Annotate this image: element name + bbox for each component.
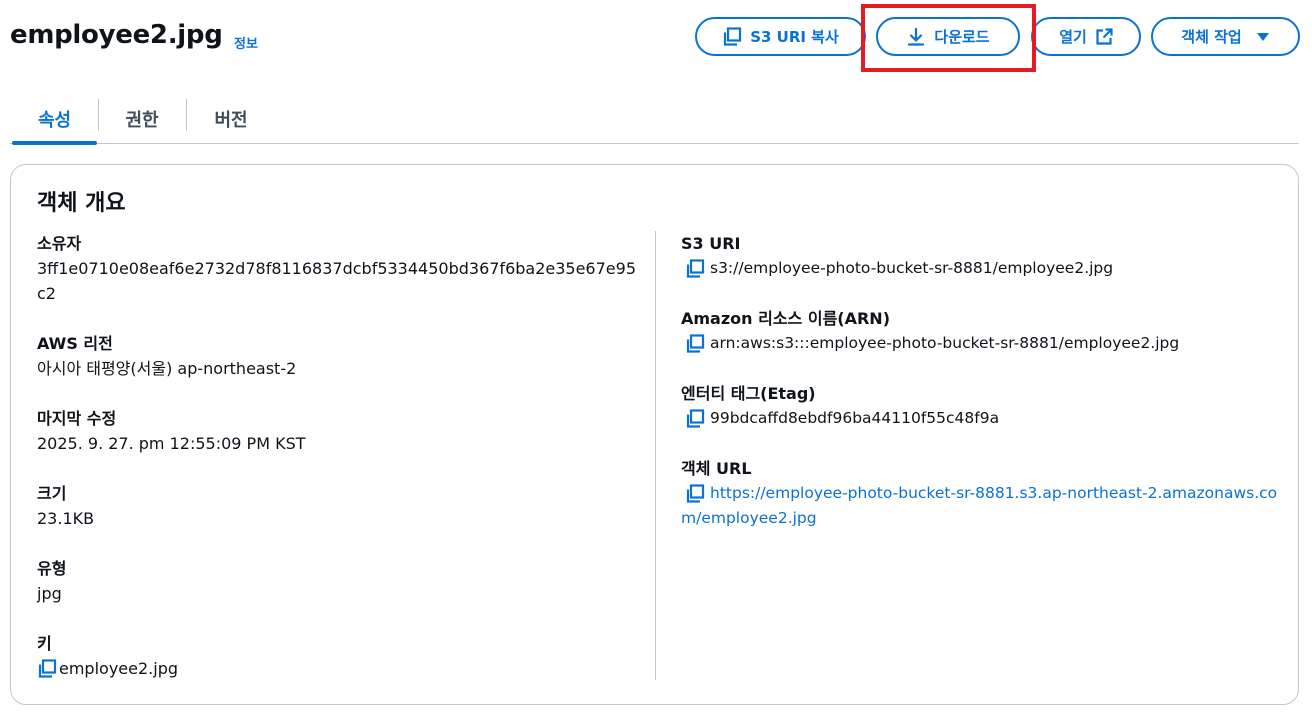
s3-uri-label: S3 URI — [681, 234, 741, 253]
external-link-icon — [1095, 27, 1113, 46]
copy-icon[interactable] — [685, 256, 707, 281]
copy-icon[interactable] — [685, 481, 707, 506]
caret-down-icon — [1256, 32, 1270, 42]
key-value: employee2.jpg — [59, 659, 178, 678]
field-key: 키 employee2.jpg — [37, 631, 637, 681]
open-label: 열기 — [1059, 28, 1087, 46]
field-last-modified: 마지막 수정 2025. 9. 27. pm 12:55:09 PM KST — [37, 406, 637, 456]
field-etag: 엔터티 태그(Etag) 99bdcaffd8ebdf96ba44110f55c… — [681, 381, 1281, 431]
tab-properties[interactable]: 속성 — [12, 94, 97, 145]
tab-divider — [98, 99, 99, 131]
tab-bar: 속성 권한 버전 — [10, 94, 1299, 145]
owner-label: 소유자 — [37, 234, 82, 253]
field-type: 유형 jpg — [37, 556, 637, 606]
page-title: employee2.jpg — [10, 20, 223, 50]
field-s3-uri: S3 URI s3://employee-photo-bucket-sr-888… — [681, 231, 1281, 281]
last-modified-value: 2025. 9. 27. pm 12:55:09 PM KST — [37, 434, 306, 453]
field-object-url: 객체 URL https://employee-photo-bucket-sr-… — [681, 456, 1281, 531]
copy-s3-uri-label: S3 URI 복사 — [750, 28, 839, 46]
object-overview-panel: 객체 개요 소유자 3ff1e0710e08eaf6e2732d78f81168… — [10, 164, 1299, 705]
s3-uri-value: s3://employee-photo-bucket-sr-8881/emplo… — [710, 259, 1114, 277]
panel-title: 객체 개요 — [37, 191, 126, 216]
copy-s3-uri-button[interactable]: S3 URI 복사 — [695, 17, 866, 56]
tab-permissions[interactable]: 권한 — [107, 94, 177, 143]
etag-value: 99bdcaffd8ebdf96ba44110f55c48f9a — [710, 409, 1000, 427]
size-label: 크기 — [37, 484, 67, 503]
download-highlight-box — [861, 4, 1036, 72]
type-label: 유형 — [37, 559, 67, 578]
column-divider — [655, 231, 656, 680]
object-actions-label: 객체 작업 — [1181, 28, 1242, 46]
copy-icon[interactable] — [685, 406, 707, 431]
field-size: 크기 23.1KB — [37, 481, 637, 531]
arn-value: arn:aws:s3:::employee-photo-bucket-sr-88… — [710, 334, 1180, 352]
tab-divider — [186, 99, 187, 131]
type-value: jpg — [37, 584, 62, 603]
info-link[interactable]: 정보 — [234, 33, 258, 52]
etag-label: 엔터티 태그(Etag) — [681, 384, 816, 403]
last-modified-label: 마지막 수정 — [37, 409, 117, 428]
field-arn: Amazon 리소스 이름(ARN) arn:aws:s3:::employee… — [681, 306, 1281, 356]
region-value: 아시아 태평양(서울) ap-northeast-2 — [37, 359, 297, 378]
key-label: 키 — [37, 634, 52, 653]
size-value: 23.1KB — [37, 509, 95, 528]
field-region: AWS 리전 아시아 태평양(서울) ap-northeast-2 — [37, 331, 637, 381]
copy-icon[interactable] — [685, 331, 707, 356]
tab-versions[interactable]: 버전 — [196, 94, 266, 143]
copy-icon — [722, 26, 742, 47]
open-button[interactable]: 열기 — [1031, 17, 1141, 56]
page-header: employee2.jpg 정보 S3 URI 복사 다운로드 열기 객체 작업 — [0, 0, 1312, 80]
object-url-label: 객체 URL — [681, 459, 752, 478]
object-actions-dropdown[interactable]: 객체 작업 — [1151, 17, 1300, 56]
copy-icon[interactable] — [37, 656, 59, 681]
object-url-link[interactable]: https://employee-photo-bucket-sr-8881.s3… — [681, 481, 1281, 531]
field-owner: 소유자 3ff1e0710e08eaf6e2732d78f8116837dcbf… — [37, 231, 637, 306]
owner-value: 3ff1e0710e08eaf6e2732d78f8116837dcbf5334… — [37, 259, 636, 303]
arn-label: Amazon 리소스 이름(ARN) — [681, 309, 891, 328]
region-label: AWS 리전 — [37, 334, 113, 353]
